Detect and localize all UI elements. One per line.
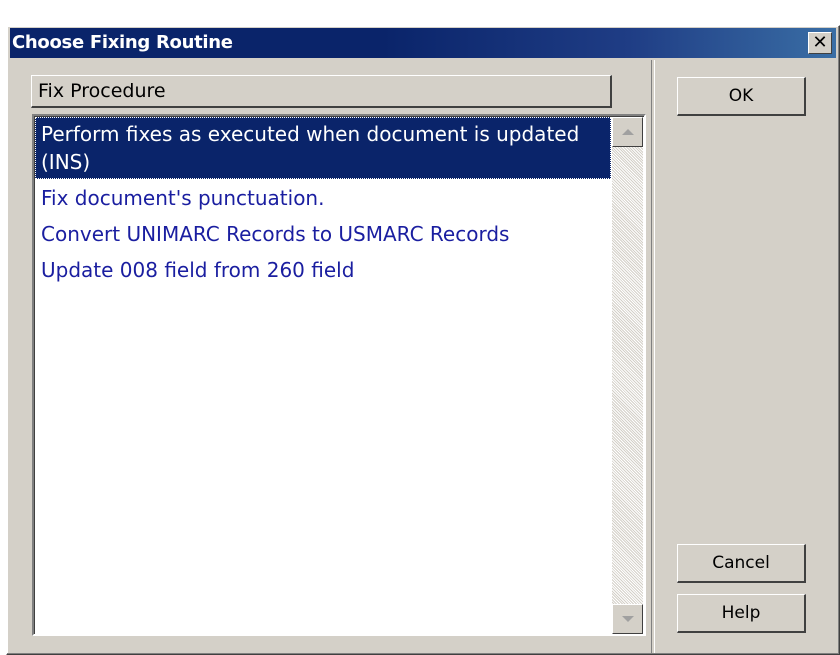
column-header-fix-procedure[interactable]: Fix Procedure (31, 75, 612, 108)
help-button[interactable]: Help (677, 594, 806, 633)
vertical-scrollbar[interactable] (612, 117, 643, 634)
scroll-down-button[interactable] (612, 604, 643, 634)
list-item[interactable]: Convert UNIMARC Records to USMARC Record… (35, 217, 611, 251)
fix-procedure-list: Perform fixes as executed when document … (35, 117, 611, 287)
scroll-up-arrow-icon (621, 129, 634, 135)
close-button[interactable]: ✕ (808, 32, 832, 54)
scroll-down-arrow-icon (621, 616, 634, 622)
ok-button[interactable]: OK (677, 77, 806, 116)
panel-splitter[interactable] (651, 60, 655, 653)
list-item[interactable]: Perform fixes as executed when document … (35, 117, 611, 179)
list-item[interactable]: Update 008 field from 260 field (35, 253, 611, 287)
list-item[interactable]: Fix document's punctuation. (35, 181, 611, 215)
window-title: Choose Fixing Routine (12, 32, 233, 53)
scroll-up-button[interactable] (612, 117, 643, 147)
cancel-button[interactable]: Cancel (677, 544, 806, 583)
close-icon: ✕ (812, 32, 828, 53)
